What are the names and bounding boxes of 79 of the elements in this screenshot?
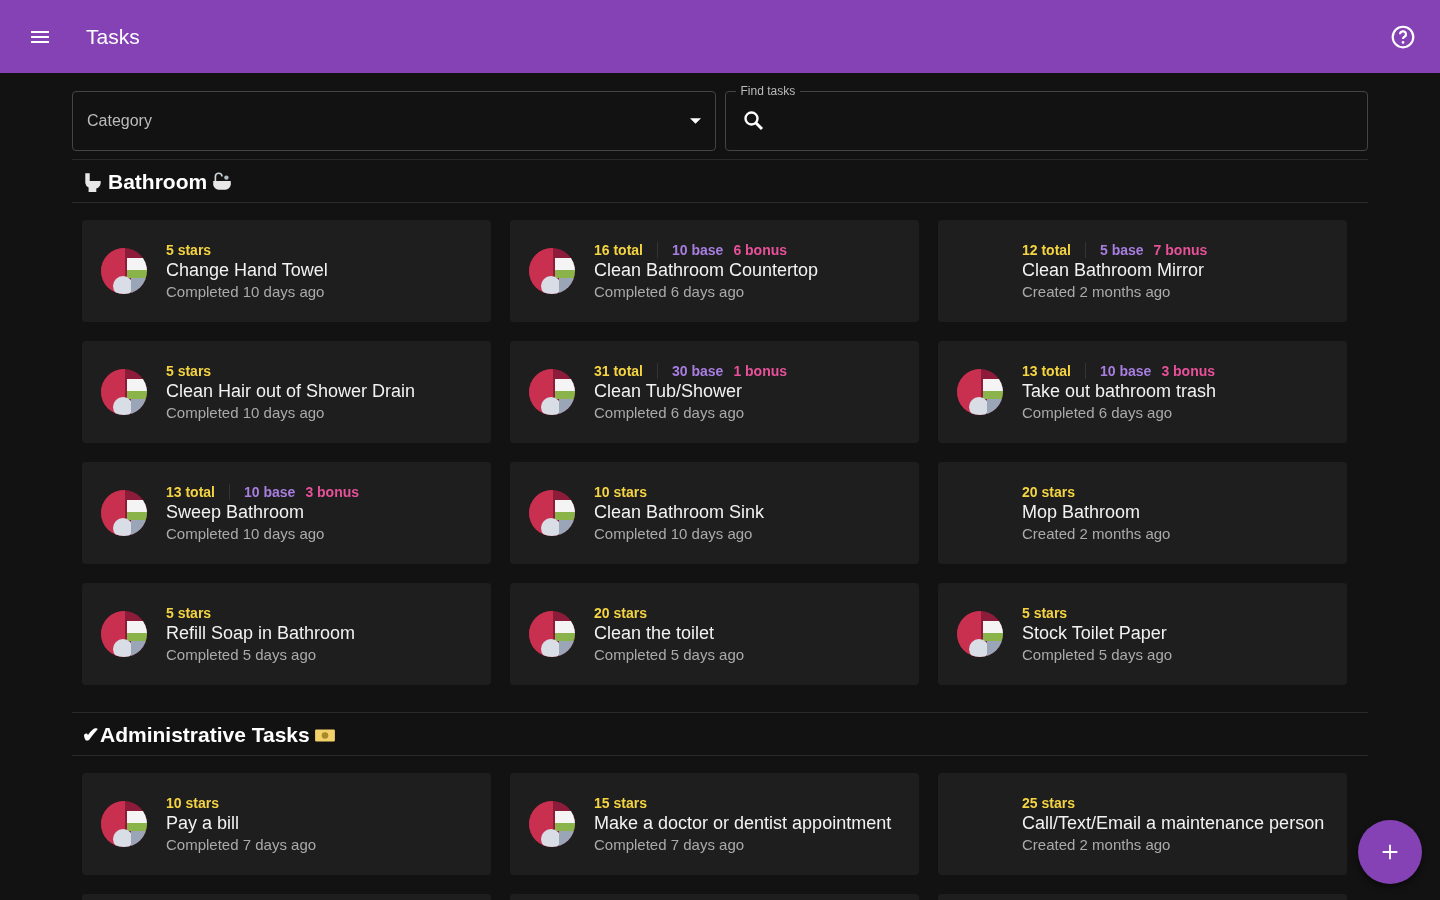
task-name: Make a doctor or dentist appointment bbox=[594, 813, 892, 834]
base-points: 10 base bbox=[244, 484, 296, 500]
task-name: Change Hand Towel bbox=[166, 260, 328, 281]
task-card[interactable]: 20 stars Clean the toilet Completed 5 days ago bbox=[510, 583, 919, 685]
task-status: Completed 10 days ago bbox=[594, 525, 754, 542]
toilet-icon bbox=[82, 171, 104, 193]
task-card[interactable]: 31 total 30 base 1 bonus Clean Tub/Shower Completed 6 days ago bbox=[510, 341, 919, 443]
task-card[interactable]: 5 stars Stock Toilet Paper Completed 5 days ago bbox=[938, 583, 1347, 685]
task-card[interactable]: 12 total 5 base 7 bonus Clean Bathroom Mirror Created 2 months ago bbox=[938, 220, 1347, 322]
stars-count: 5 stars bbox=[166, 242, 212, 258]
task-status: Created 2 months ago bbox=[1022, 836, 1172, 853]
task-name: Call/Text/Email a maintenance person bbox=[1022, 813, 1325, 834]
task-name: Clean Tub/Shower bbox=[594, 381, 744, 402]
task-name: Clean Hair out of Shower Drain bbox=[166, 381, 416, 402]
task-status: Completed 6 days ago bbox=[594, 404, 746, 421]
stars-count: 5 stars bbox=[166, 363, 212, 379]
stars-count: 5 stars bbox=[166, 605, 212, 621]
task-status: Completed 10 days ago bbox=[166, 404, 326, 421]
task-name: Clean the toilet bbox=[594, 623, 716, 644]
task-card[interactable]: 10 stars Clean Bathroom Sink Completed 10 days ago bbox=[510, 462, 919, 564]
section-heading: Bathroom bbox=[108, 170, 208, 194]
app-title: Tasks bbox=[86, 24, 140, 49]
task-card[interactable]: 25 stars Call/Text/Email a maintenance person Created 2 months ago bbox=[938, 773, 1347, 875]
bonus-points: 6 bonus bbox=[733, 242, 788, 258]
bonus-points: 1 bonus bbox=[733, 363, 788, 379]
base-points: 5 base bbox=[1100, 242, 1144, 258]
task-status: Completed 5 days ago bbox=[1022, 646, 1173, 663]
stars-count: 10 stars bbox=[166, 795, 219, 811]
task-status: Completed 10 days ago bbox=[166, 283, 326, 300]
total-points: 12 total bbox=[1022, 242, 1071, 258]
task-status: Completed 5 days ago bbox=[166, 646, 318, 663]
task-status: Created 2 months ago bbox=[1022, 283, 1172, 300]
total-points: 13 total bbox=[166, 484, 215, 500]
search-icon bbox=[741, 109, 766, 133]
task-name: Clean Bathroom Mirror bbox=[1022, 260, 1206, 281]
task-card[interactable]: 13 total 10 base 3 bonus Take out bathroom trash Completed 6 days ago bbox=[938, 341, 1347, 443]
dropdown-caret-icon bbox=[689, 118, 701, 124]
task-card[interactable]: 5 stars Change Hand Towel Completed 10 days ago bbox=[82, 220, 491, 322]
bathtub-icon bbox=[211, 171, 234, 193]
base-points: 10 base bbox=[672, 242, 724, 258]
help-icon[interactable] bbox=[1390, 23, 1416, 50]
task-name: Take out bathroom trash bbox=[1022, 381, 1217, 402]
task-status: Completed 6 days ago bbox=[594, 283, 746, 300]
bonus-points: 3 bonus bbox=[1161, 363, 1216, 379]
stars-count: 20 stars bbox=[594, 605, 647, 621]
task-name: Sweep Bathroom bbox=[166, 502, 306, 523]
bonus-points: 7 bonus bbox=[1153, 242, 1208, 258]
section-heading: ✔Administrative Tasks bbox=[82, 723, 310, 747]
task-name: Clean Bathroom Sink bbox=[594, 502, 765, 523]
bonus-points: 3 bonus bbox=[305, 484, 360, 500]
task-name: Clean Bathroom Countertop bbox=[594, 260, 819, 281]
task-card[interactable]: 5 stars Refill Soap in Bathroom Completed 5 days ago bbox=[82, 583, 491, 685]
total-points: 13 total bbox=[1022, 363, 1071, 379]
stars-count: 5 stars bbox=[1022, 605, 1068, 621]
task-name: Mop Bathroom bbox=[1022, 502, 1142, 523]
task-status: Completed 6 days ago bbox=[1022, 404, 1174, 421]
base-points: 10 base bbox=[1100, 363, 1152, 379]
category-dropdown[interactable]: Category bbox=[72, 91, 716, 151]
task-card[interactable]: 16 total 10 base 6 bonus Clean Bathroom Countertop Completed 6 days ago bbox=[510, 220, 919, 322]
task-name: Refill Soap in Bathroom bbox=[166, 623, 356, 644]
task-status: Completed 7 days ago bbox=[594, 836, 746, 853]
task-card[interactable]: 15 stars Make a doctor or dentist appointment Completed 7 days ago bbox=[510, 773, 919, 875]
task-card[interactable]: 5 stars Clean Hair out of Shower Drain Completed 10 days ago bbox=[82, 341, 491, 443]
base-points: 30 base bbox=[672, 363, 724, 379]
stars-count: 20 stars bbox=[1022, 484, 1075, 500]
task-card[interactable]: 10 stars Pay a bill Completed 7 days ago bbox=[82, 773, 491, 875]
stars-count: 10 stars bbox=[594, 484, 647, 500]
total-points: 16 total bbox=[594, 242, 643, 258]
task-status: Completed 10 days ago bbox=[166, 525, 326, 542]
stars-count: 15 stars bbox=[594, 795, 647, 811]
task-status: Completed 5 days ago bbox=[594, 646, 745, 663]
task-card[interactable]: 20 stars Mop Bathroom Created 2 months ago bbox=[938, 462, 1347, 564]
task-card[interactable]: 13 total 10 base 3 bonus Sweep Bathroom Completed 10 days ago bbox=[82, 462, 491, 564]
task-name: Stock Toilet Paper bbox=[1022, 623, 1168, 644]
total-points: 31 total bbox=[594, 363, 643, 379]
stars-count: 25 stars bbox=[1022, 795, 1075, 811]
task-name: Pay a bill bbox=[166, 813, 241, 834]
task-status: Completed 7 days ago bbox=[166, 836, 317, 853]
task-status: Created 2 months ago bbox=[1022, 525, 1171, 542]
